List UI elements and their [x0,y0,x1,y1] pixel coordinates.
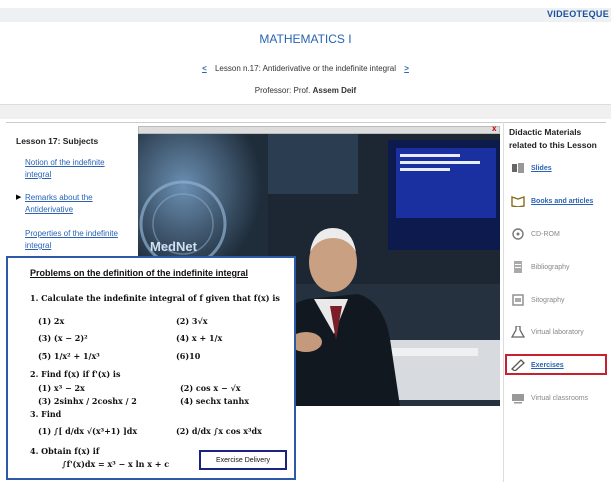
subject-link-remarks[interactable]: Remarks about the Antiderivative [25,192,125,216]
materials-title: Didactic Materials related to this Lesso… [509,127,597,150]
book-icon [511,195,525,208]
material-virtual-classrooms: Virtual classrooms [511,388,606,408]
lesson-title: Lesson n.17: Antiderivative or the indef… [214,64,396,73]
channel-logo: MedNet [150,239,198,254]
q4-equation: ∫f'(x)dx = x³ − x ln x + c [62,459,170,469]
prev-lesson-button[interactable]: < [202,64,207,73]
q3-item-2: (2) d/dx ∫x cos x³dx [176,426,262,436]
lesson-navigation: < Lesson n.17: Antiderivative or the ind… [0,64,611,73]
course-title: MATHEMATICS I [259,32,352,46]
video-close-icon[interactable]: x [492,124,496,133]
material-label: CD-ROM [531,230,560,238]
q2-item-3: (3) 2sinhx / 2coshx / 2 [38,396,137,406]
question-2: 2. Find f(x) if f'(x) is [30,369,121,379]
document-icon [511,261,525,273]
video-title-bar [138,126,500,134]
brand-label[interactable]: VIDEOTEQUE [547,9,609,19]
q2-item-4: (4) sechx tanhx [180,396,250,406]
q1-item-4: (4) x + 1/x [176,333,223,343]
q1-item-5: (5) 1/x² + 1/x³ [38,351,100,361]
q3-item-1: (1) ∫[ d/dx √(x³+1) ]dx [38,426,138,436]
material-label: Books and articles [531,197,594,205]
material-label: Bibliography [531,263,570,271]
material-sitography: Sitography [511,290,606,310]
subject-link-properties[interactable]: Properties of the indefinite integral [25,228,125,252]
question-3: 3. Find [30,409,62,419]
material-label: Virtual laboratory [531,328,584,336]
question-4: 4. Obtain f(x) if [30,446,100,456]
material-label: Virtual classrooms [531,394,589,402]
cd-icon [511,228,525,240]
material-slides[interactable]: Slides [511,158,606,178]
separator-band [0,104,611,119]
popup-title: Problems on the definition of the indefi… [30,268,249,278]
professor-label: Professor: Prof. [254,86,311,95]
exercise-delivery-button[interactable]: Exercise Delivery [199,450,287,470]
material-bibliography: Bibliography [511,257,606,277]
subjects-title: Lesson 17: Subjects [16,136,99,146]
material-cdrom: CD-ROM [511,224,606,244]
exercises-highlight [505,354,607,375]
q1-item-6: (6)10 [176,351,201,361]
material-virtual-lab: Virtual laboratory [510,322,606,342]
q1-item-3: (3) (x − 2)² [38,333,88,343]
q2-item-1: (1) x³ − 2x [38,383,85,393]
q1-item-1: (1) 2x [38,316,65,326]
q2-item-2: (2) cos x − √x [180,383,241,393]
material-label: Sitography [531,296,565,304]
subject-link-notion[interactable]: Notion of the indefinite integral [25,157,125,181]
web-page-icon [511,294,525,306]
slides-icon [511,162,525,174]
current-subject-marker-icon: ▶ [16,194,22,201]
flask-icon [510,325,526,338]
material-books[interactable]: Books and articles [511,191,606,211]
question-1: 1. Calculate the indefinite integral of … [30,293,280,303]
q1-item-2: (2) 3√x [176,316,208,326]
next-lesson-button[interactable]: > [404,64,409,73]
professor-line: Professor: Prof. Assem Deif [0,86,611,95]
professor-name: Assem Deif [312,86,357,95]
material-label: Slides [531,164,552,172]
top-bar [0,8,611,22]
classroom-icon [511,392,525,404]
